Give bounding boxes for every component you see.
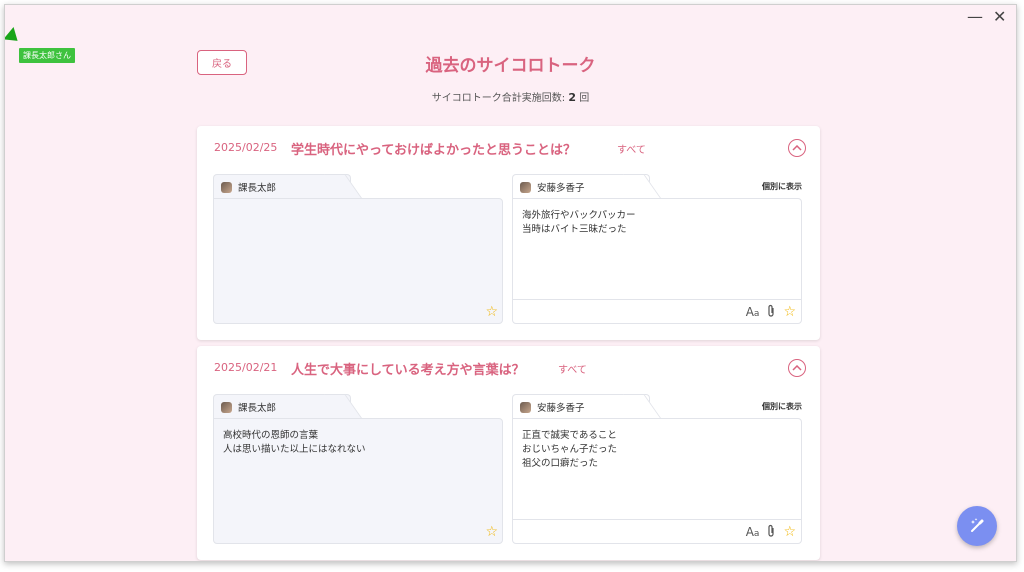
avatar [221,181,232,193]
star-icon[interactable]: ☆ [485,524,498,540]
session-question: 人生で大事にしている考え方や言葉は？ [291,363,525,378]
font-size-icon[interactable]: Aa [746,305,760,319]
answer-toolbar: Aa ☆ [512,519,802,544]
magic-pen-icon[interactable] [957,506,997,546]
answer-toolbar: Aa ☆ [512,299,802,324]
chevron-up-icon[interactable] [788,139,806,157]
paperclip-icon[interactable] [767,304,775,320]
show-individual-button[interactable]: 個別に表示 [762,401,802,412]
summary-unit: 回 [579,93,590,104]
paperclip-icon[interactable] [767,524,775,540]
member-name: 安藤多香子 [537,403,585,414]
member-name: 安藤多香子 [537,183,585,194]
font-size-icon[interactable]: Aa [746,525,760,539]
minimize-button[interactable]: — [967,7,983,27]
close-button[interactable]: ✕ [993,7,1006,27]
avatar [221,401,232,413]
answer-panel-right: 安藤多香子 個別に表示 海外旅行やバックパッカー 当時はバイト三昧だった Aa … [512,174,802,324]
show-individual-button[interactable]: 個別に表示 [762,181,802,192]
cursor-pointer-icon [5,27,23,47]
answer-panel-left: 課長太郎 高校時代の恩師の言葉 人は思い描いた以上にはなれない ☆ [213,394,503,544]
answer-text [213,198,503,324]
summary-number: 2 [568,91,577,104]
page-title: 過去のサイコロトーク [425,56,596,76]
answer-tab[interactable]: 課長太郎 [213,174,351,199]
app-window: — ✕ 課長太郎さん 戻る 過去のサイコロトーク サイコロトーク合計実施回数: … [4,4,1017,562]
star-icon[interactable]: ☆ [783,304,796,320]
session-card: 2025/02/25 学生時代にやっておけばよかったと思うことは？ すべて 課長… [197,126,820,340]
avatar [520,401,531,413]
session-date: 2025/02/25 [214,141,278,154]
star-icon[interactable]: ☆ [485,304,498,320]
answer-panel-right: 安藤多香子 個別に表示 正直で誠実であること おじいちゃん子だった 祖父の口癖だ… [512,394,802,544]
show-all-link[interactable]: すべて [558,361,587,376]
answer-panel-left: 課長太郎 ☆ [213,174,503,324]
chevron-up-icon[interactable] [788,359,806,377]
member-name: 課長太郎 [238,403,277,414]
star-icon[interactable]: ☆ [783,524,796,540]
show-all-link[interactable]: すべて [617,141,646,156]
answer-text: 高校時代の恩師の言葉 人は思い描いた以上にはなれない [213,418,503,544]
session-card: 2025/02/21 人生で大事にしている考え方や言葉は？ すべて 課長太郎 高… [197,346,820,560]
answer-tab[interactable]: 安藤多香子 [512,394,650,419]
summary-count: サイコロトーク合計実施回数: 2 回 [5,89,1016,104]
session-question: 学生時代にやっておけばよかったと思うことは？ [291,143,576,158]
answer-tab[interactable]: 安藤多香子 [512,174,650,199]
session-date: 2025/02/21 [214,361,278,374]
avatar [520,181,531,193]
answer-tab[interactable]: 課長太郎 [213,394,351,419]
summary-label: サイコロトーク合計実施回数: [431,93,566,104]
member-name: 課長太郎 [238,183,277,194]
